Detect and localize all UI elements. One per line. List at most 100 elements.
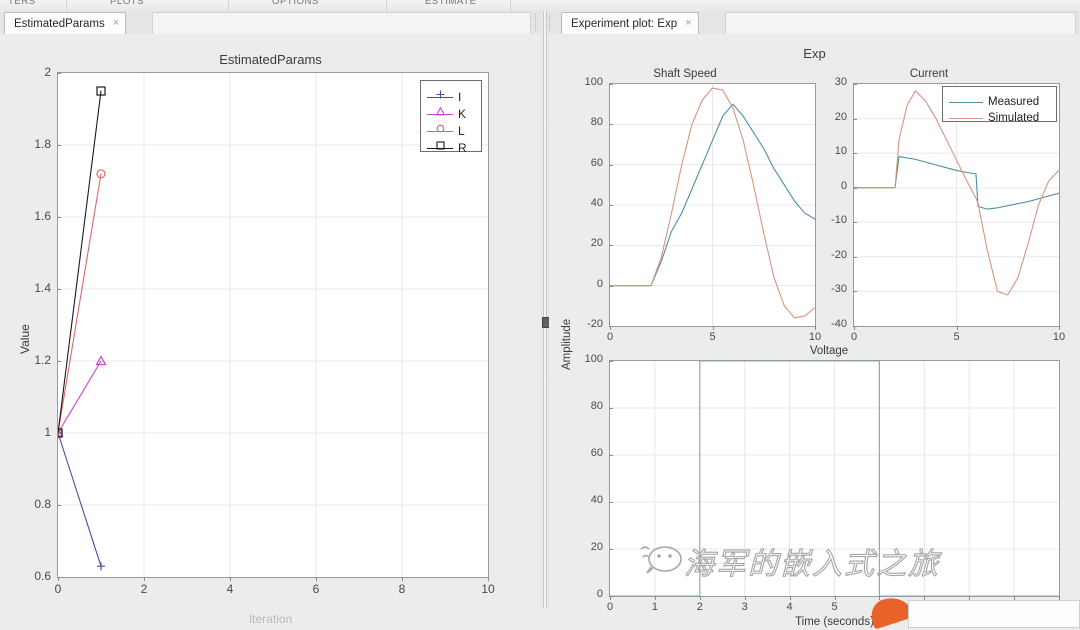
x-tick xyxy=(956,326,958,330)
legend-marker-plus xyxy=(436,86,445,99)
x-tick-label: 1 xyxy=(651,601,658,613)
legend-item: K xyxy=(427,106,467,121)
y-tick-label: 1.4 xyxy=(34,281,51,295)
legend-marker-square xyxy=(436,137,445,150)
tab-experiment-plot[interactable]: Experiment plot: Exp × xyxy=(561,12,699,34)
x-tick xyxy=(402,577,403,581)
corner-panel xyxy=(908,600,1080,628)
x-tick-label: 5 xyxy=(709,331,716,343)
x-tick-label: 0 xyxy=(606,331,614,343)
legend-item: Simulated xyxy=(949,112,1039,124)
y-tick xyxy=(609,205,613,206)
legend-label: K xyxy=(458,107,467,121)
y-tick xyxy=(57,433,61,434)
x-tick xyxy=(699,596,701,600)
x-tick-label: 0 xyxy=(54,582,62,596)
ribbon-tab-estimate[interactable]: ESTIMATE xyxy=(425,0,477,7)
y-tick-label: 1 xyxy=(44,425,51,439)
ribbon-tab-parameters[interactable]: TERS xyxy=(8,0,36,7)
y-tick-label: 1.2 xyxy=(34,353,51,367)
y-tick xyxy=(57,361,61,362)
legend-line xyxy=(949,101,983,103)
y-tick xyxy=(57,145,61,146)
y-tick-label: 0 xyxy=(596,277,603,290)
x-tick-label: 3 xyxy=(741,601,748,613)
y-tick xyxy=(57,289,61,290)
legend-marker-circle xyxy=(436,120,445,133)
panel-splitter[interactable] xyxy=(541,11,550,608)
right-tab-filler xyxy=(725,12,1076,35)
y-tick-label: 0.8 xyxy=(34,497,51,511)
x-tick-label: 8 xyxy=(398,582,406,596)
x-tick-label: 4 xyxy=(786,601,793,613)
splitter-line-left xyxy=(543,11,544,608)
y-tick-label: 100 xyxy=(584,76,603,88)
voltage-plot-area xyxy=(610,361,1059,596)
y-tick-label: 10 xyxy=(834,145,847,158)
y-tick xyxy=(609,549,613,550)
x-tick xyxy=(789,596,791,600)
y-tick-label: -30 xyxy=(831,283,847,296)
legend-item: L xyxy=(427,124,465,138)
y-tick-label: 0.6 xyxy=(34,569,51,583)
y-tick xyxy=(853,222,857,224)
legend-line xyxy=(949,117,983,119)
ribbon-divider xyxy=(510,0,511,11)
x-tick xyxy=(744,596,746,600)
tab-estimated-params-label: EstimatedParams xyxy=(14,17,105,30)
y-tick xyxy=(853,256,857,258)
right-panel-grip[interactable] xyxy=(549,14,555,31)
close-icon[interactable]: × xyxy=(685,18,691,29)
y-tick xyxy=(853,153,857,155)
legend-label: R xyxy=(458,141,467,155)
shaft-speed-axes[interactable] xyxy=(609,83,816,327)
legend-label: L xyxy=(458,124,465,138)
legend-item: Measured xyxy=(949,96,1039,108)
x-tick-label: 10 xyxy=(808,331,822,343)
y-tick-label: 20 xyxy=(590,237,603,250)
x-tick-label: 2 xyxy=(696,601,703,613)
y-tick xyxy=(609,361,613,362)
x-tick xyxy=(654,596,656,600)
ribbon-divider xyxy=(66,0,67,11)
x-tick xyxy=(1059,326,1060,330)
legend-label: Measured xyxy=(988,96,1040,108)
y-tick xyxy=(57,217,61,218)
estimated-params-ylabel: Value xyxy=(18,324,32,354)
y-tick xyxy=(57,505,61,506)
ribbon-tab-options[interactable]: OPTIONS xyxy=(272,0,319,7)
matlab-parameter-estimator-window: TERS PLOTS OPTIONS ESTIMATE EstimatedPar… xyxy=(0,0,1080,630)
current-legend[interactable]: Measured Simulated xyxy=(942,86,1057,124)
x-tick xyxy=(316,577,317,581)
y-tick xyxy=(853,291,857,293)
tab-estimated-params[interactable]: EstimatedParams × xyxy=(4,12,127,34)
voltage-axes[interactable] xyxy=(609,360,1060,597)
y-tick-label: 1.8 xyxy=(34,137,51,151)
x-tick xyxy=(834,596,836,600)
y-tick xyxy=(609,124,613,126)
estimated-params-legend[interactable]: IKLR xyxy=(420,80,482,155)
x-tick xyxy=(712,326,714,330)
x-tick-label: 0 xyxy=(850,331,858,343)
experiment-figure-title: Exp xyxy=(803,46,826,61)
ribbon-tab-plots[interactable]: PLOTS xyxy=(110,0,144,7)
shaft-speed-title: Shaft Speed xyxy=(653,68,717,80)
y-tick xyxy=(57,577,61,578)
y-tick xyxy=(609,164,613,166)
legend-label: Simulated xyxy=(988,112,1040,124)
right-tab-strip: Experiment plot: Exp × xyxy=(549,11,1080,35)
x-tick-label: 2 xyxy=(140,582,148,596)
experiment-plot-canvas: Exp Shaft Speed 0 5 10 -20 0 20 40 60 80 100 Curr… xyxy=(549,34,1080,630)
y-tick xyxy=(853,118,857,120)
y-tick xyxy=(609,502,613,503)
x-tick xyxy=(230,577,231,581)
y-tick xyxy=(609,408,613,409)
y-tick-label: -40 xyxy=(831,318,847,330)
amplitude-ylabel: Amplitude xyxy=(561,318,573,370)
close-icon[interactable]: × xyxy=(113,18,119,29)
y-tick-label: 1.6 xyxy=(34,209,51,223)
legend-item: I xyxy=(427,90,461,104)
y-tick-label: 40 xyxy=(590,494,603,506)
y-tick-label: -10 xyxy=(831,214,847,227)
left-tab-filler xyxy=(152,12,531,35)
